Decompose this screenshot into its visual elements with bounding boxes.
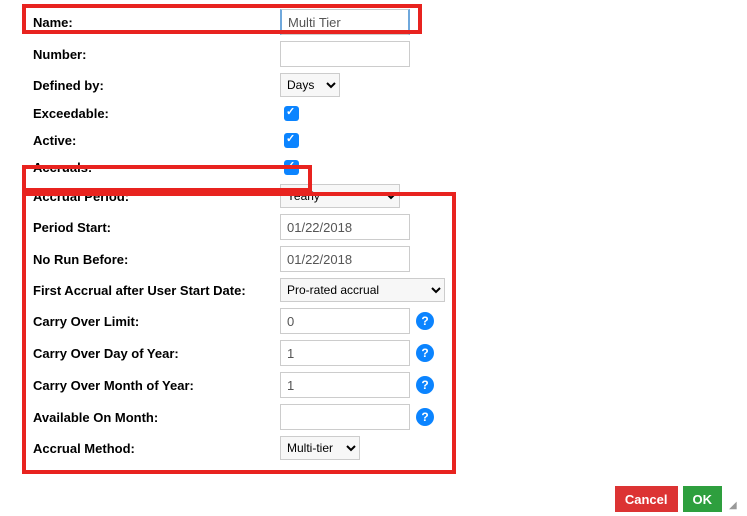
label-defined-by: Defined by:: [0, 78, 280, 93]
label-exceedable: Exceedable:: [0, 106, 280, 121]
row-carry-over-day: Carry Over Day of Year: ?: [0, 337, 747, 369]
row-accrual-method: Accrual Method: Multi-tier: [0, 433, 747, 463]
row-name: Name:: [0, 6, 747, 38]
defined-by-select[interactable]: Days: [280, 73, 340, 97]
accruals-checkbox[interactable]: [284, 160, 299, 175]
label-carry-over-limit: Carry Over Limit:: [0, 314, 280, 329]
label-carry-over-day: Carry Over Day of Year:: [0, 346, 280, 361]
accrual-period-select[interactable]: Yearly: [280, 184, 400, 208]
help-icon[interactable]: ?: [416, 344, 434, 362]
row-carry-over-month: Carry Over Month of Year: ?: [0, 369, 747, 401]
label-first-accrual: First Accrual after User Start Date:: [0, 283, 280, 298]
label-active: Active:: [0, 133, 280, 148]
row-accruals: Accruals:: [0, 154, 747, 181]
carry-over-limit-input[interactable]: [280, 308, 410, 334]
label-accruals: Accruals:: [0, 160, 280, 175]
carry-over-month-input[interactable]: [280, 372, 410, 398]
carry-over-day-input[interactable]: [280, 340, 410, 366]
resize-grip-icon[interactable]: ◢: [729, 500, 741, 512]
label-period-start: Period Start:: [0, 220, 280, 235]
row-number: Number:: [0, 38, 747, 70]
ok-button[interactable]: OK: [683, 486, 723, 512]
label-no-run-before: No Run Before:: [0, 252, 280, 267]
no-run-before-input[interactable]: [280, 246, 410, 272]
period-start-input[interactable]: [280, 214, 410, 240]
exceedable-checkbox[interactable]: [284, 106, 299, 121]
label-number: Number:: [0, 47, 280, 62]
row-available-on-month: Available On Month: ?: [0, 401, 747, 433]
label-accrual-period: Accrual Period:: [0, 189, 280, 204]
form: Name: Number: Defined by: Days Exceedabl…: [0, 0, 747, 463]
label-name: Name:: [0, 15, 280, 30]
label-accrual-method: Accrual Method:: [0, 441, 280, 456]
row-exceedable: Exceedable:: [0, 100, 747, 127]
dialog-footer: Cancel OK ◢: [615, 486, 741, 512]
row-active: Active:: [0, 127, 747, 154]
cancel-button[interactable]: Cancel: [615, 486, 678, 512]
number-input[interactable]: [280, 41, 410, 67]
label-carry-over-month: Carry Over Month of Year:: [0, 378, 280, 393]
row-defined-by: Defined by: Days: [0, 70, 747, 100]
row-first-accrual: First Accrual after User Start Date: Pro…: [0, 275, 747, 305]
help-icon[interactable]: ?: [416, 312, 434, 330]
row-period-start: Period Start:: [0, 211, 747, 243]
name-input[interactable]: [280, 9, 410, 35]
first-accrual-select[interactable]: Pro-rated accrual: [280, 278, 445, 302]
active-checkbox[interactable]: [284, 133, 299, 148]
available-on-month-input[interactable]: [280, 404, 410, 430]
help-icon[interactable]: ?: [416, 408, 434, 426]
row-accrual-period: Accrual Period: Yearly: [0, 181, 747, 211]
label-available-on-month: Available On Month:: [0, 410, 280, 425]
accrual-method-select[interactable]: Multi-tier: [280, 436, 360, 460]
help-icon[interactable]: ?: [416, 376, 434, 394]
row-no-run-before: No Run Before:: [0, 243, 747, 275]
row-carry-over-limit: Carry Over Limit: ?: [0, 305, 747, 337]
